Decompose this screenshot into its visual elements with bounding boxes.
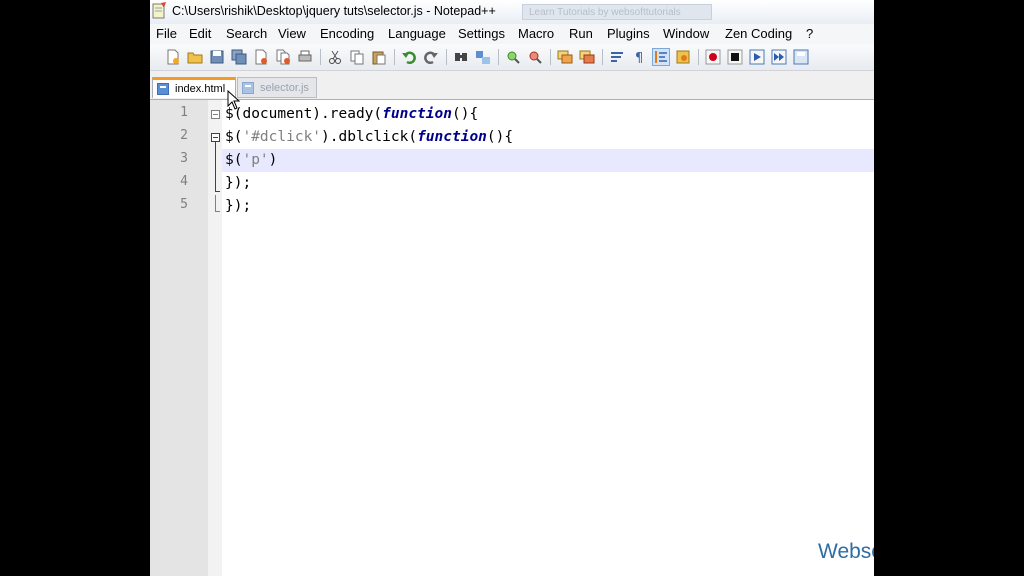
save-icon[interactable] — [208, 48, 226, 66]
menu-settings[interactable]: Settings — [458, 26, 505, 41]
fold-toggle-icon[interactable] — [211, 133, 220, 142]
menu-language[interactable]: Language — [388, 26, 446, 41]
toolbar-separator — [446, 49, 447, 65]
menu-bar: File Edit Search View Encoding Language … — [150, 24, 874, 44]
menu-view[interactable]: View — [278, 26, 306, 41]
fold-end-marker — [215, 191, 220, 192]
menu-edit[interactable]: Edit — [189, 26, 211, 41]
menu-plugins[interactable]: Plugins — [607, 26, 650, 41]
line-number: 3 — [180, 151, 188, 166]
toolbar-separator — [550, 49, 551, 65]
code-line-5: }); — [225, 198, 252, 214]
menu-file[interactable]: File — [156, 26, 177, 41]
tab-bar: index.html selector.js — [150, 71, 874, 100]
tab-selector-js[interactable]: selector.js — [237, 77, 317, 98]
toolbar-separator — [394, 49, 395, 65]
close-all-icon[interactable] — [274, 48, 292, 66]
fold-end-marker — [215, 211, 220, 212]
open-file-icon[interactable] — [186, 48, 204, 66]
toolbar-separator — [320, 49, 321, 65]
show-all-chars-icon[interactable]: ¶ — [630, 48, 648, 66]
run-multiple-icon[interactable] — [770, 48, 788, 66]
menu-run[interactable]: Run — [569, 26, 593, 41]
fold-toggle-icon[interactable] — [211, 110, 220, 119]
title-bar: C:\Users\rishik\Desktop\jquery tuts\sele… — [150, 0, 874, 25]
play-macro-icon[interactable] — [748, 48, 766, 66]
menu-macro[interactable]: Macro — [518, 26, 554, 41]
replace-icon[interactable] — [474, 48, 492, 66]
fold-guide — [215, 142, 216, 191]
toolbar-separator — [498, 49, 499, 65]
save-all-icon[interactable] — [230, 48, 248, 66]
code-line-4: }); — [225, 175, 252, 191]
menu-help[interactable]: ? — [806, 26, 813, 41]
line-number: 4 — [180, 174, 188, 189]
file-tab-icon — [157, 83, 169, 95]
find-icon[interactable] — [452, 48, 470, 66]
menu-zen-coding[interactable]: Zen Coding — [725, 26, 792, 41]
tab-label: selector.js — [260, 81, 309, 94]
line-number-gutter: 1 2 3 4 5 — [150, 100, 208, 576]
code-line-3: $('p') — [225, 152, 278, 168]
indent-guide-icon[interactable] — [652, 48, 670, 66]
line-number: 2 — [180, 128, 188, 143]
line-number: 1 — [180, 105, 188, 120]
fold-margin — [208, 100, 222, 576]
file-tab-icon — [242, 81, 254, 94]
watermark-text: Websofttutorials.com — [818, 540, 874, 563]
cut-icon[interactable] — [326, 48, 344, 66]
menu-window[interactable]: Window — [663, 26, 709, 41]
save-macro-icon[interactable] — [792, 48, 810, 66]
word-wrap-icon[interactable] — [608, 48, 626, 66]
window-title: C:\Users\rishik\Desktop\jquery tuts\sele… — [172, 4, 496, 18]
new-file-icon[interactable] — [164, 48, 182, 66]
doc-map-icon[interactable] — [674, 48, 692, 66]
sync-v-icon[interactable] — [556, 48, 574, 66]
toolbar-separator — [698, 49, 699, 65]
close-icon[interactable] — [252, 48, 270, 66]
undo-icon[interactable] — [400, 48, 418, 66]
background-window-title: Learn Tutorials by websofttutorials — [522, 4, 712, 20]
fold-guide — [215, 195, 216, 211]
redo-icon[interactable] — [422, 48, 440, 66]
paste-icon[interactable] — [370, 48, 388, 66]
record-macro-icon[interactable] — [704, 48, 722, 66]
notepadpp-app-icon — [152, 2, 166, 19]
current-line-highlight — [222, 149, 874, 172]
tab-index-html[interactable]: index.html — [152, 77, 236, 98]
mouse-pointer-icon — [227, 90, 241, 110]
notepadpp-window: C:\Users\rishik\Desktop\jquery tuts\sele… — [150, 0, 874, 576]
line-number: 5 — [180, 197, 188, 212]
copy-icon[interactable] — [348, 48, 366, 66]
tab-label: index.html — [175, 83, 226, 95]
menu-search[interactable]: Search — [226, 26, 267, 41]
zoom-out-icon[interactable] — [526, 48, 544, 66]
print-icon[interactable] — [296, 48, 314, 66]
zoom-in-icon[interactable] — [504, 48, 522, 66]
code-line-2: $('#dclick').dblclick(function(){ — [225, 129, 514, 145]
stop-macro-icon[interactable] — [726, 48, 744, 66]
toolbar: ¶ — [150, 44, 874, 71]
code-editor[interactable]: 1 2 3 4 5 $(document).ready(function(){ … — [150, 100, 874, 576]
code-line-1: $(document).ready(function(){ — [225, 106, 479, 122]
svg-text:¶: ¶ — [635, 51, 643, 65]
toolbar-separator — [602, 49, 603, 65]
menu-encoding[interactable]: Encoding — [320, 26, 374, 41]
sync-h-icon[interactable] — [578, 48, 596, 66]
